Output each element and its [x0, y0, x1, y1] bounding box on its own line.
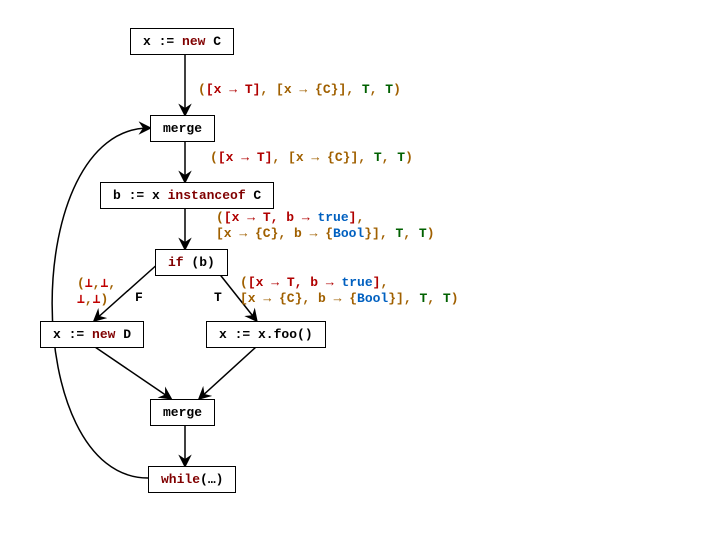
- annot-after-instanceof-l2: [x → {C}, b → {Bool}], T, T): [216, 226, 435, 241]
- edge-label-false: F: [135, 290, 143, 305]
- annot-after-merge-1: ([x → T], [x → {C}], T, T): [210, 150, 413, 165]
- node-while: while(…): [148, 466, 236, 493]
- annot-true-branch-l2: [x → {C}, b → {Bool}], T, T): [240, 291, 459, 306]
- annot-false-branch-l2: ⊥,⊥): [77, 292, 108, 307]
- node-new-d: x := new D: [40, 321, 144, 348]
- annot-false-branch-l1: (⊥,⊥,: [77, 276, 116, 291]
- edge-label-true: T: [214, 290, 222, 305]
- node-new-c: x := new C: [130, 28, 234, 55]
- node-merge-2: merge: [150, 399, 215, 426]
- flow-edges: [0, 0, 720, 540]
- node-x-foo: x := x.foo(): [206, 321, 326, 348]
- node-if-b: if (b): [155, 249, 228, 276]
- annot-true-branch-l1: ([x → T, b → true],: [240, 275, 388, 290]
- node-instanceof: b := x instanceof C: [100, 182, 274, 209]
- annot-after-instanceof-l1: ([x → T, b → true],: [216, 210, 364, 225]
- node-merge-1: merge: [150, 115, 215, 142]
- annot-after-new-c: ([x → T], [x → {C}], T, T): [198, 82, 401, 97]
